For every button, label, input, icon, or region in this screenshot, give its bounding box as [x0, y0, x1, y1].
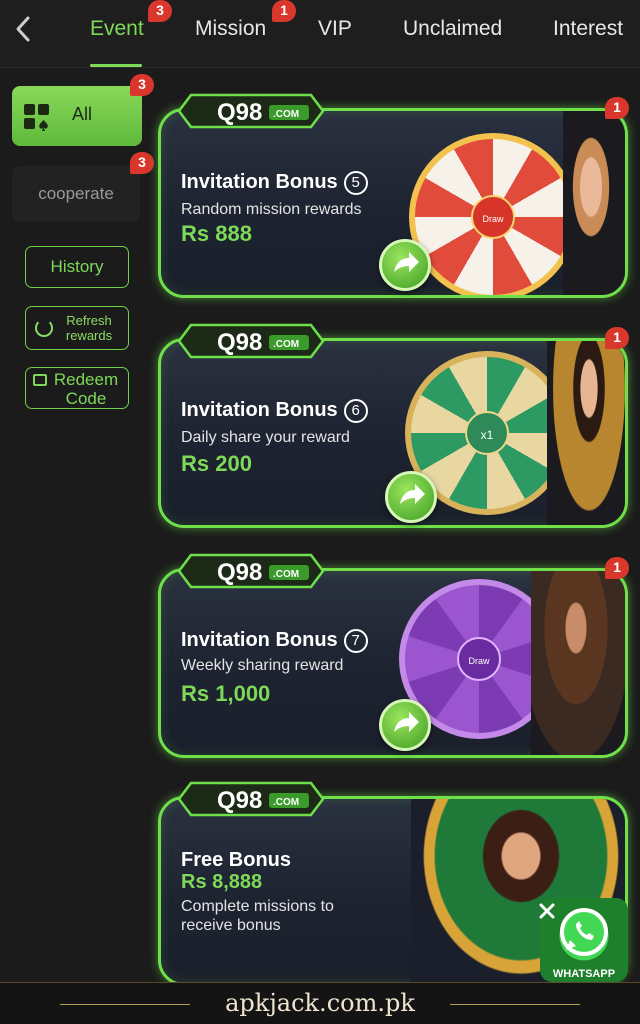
whatsapp-label: WHATSAPP [552, 968, 616, 980]
tab-event-badge: 3 [148, 0, 172, 22]
wheel-center-label: Draw [457, 637, 501, 681]
tab-event[interactable]: Event [90, 14, 144, 44]
q98-logo: Q98 .COM [177, 553, 325, 589]
refresh-rewards-button[interactable]: Refresh rewards [25, 306, 129, 350]
card-subtitle: Random mission rewards [181, 201, 362, 218]
card-title: Invitation Bonus 6 [181, 399, 368, 423]
tab-label: Mission [195, 17, 267, 40]
card-badge: 1 [605, 557, 629, 579]
svg-text:Q98: Q98 [217, 329, 262, 356]
tab-label: Unclaimed [403, 17, 503, 40]
event-card-invitation-bonus-5[interactable]: Draw Q98 .COM Invitation Bonus 5 Random m… [158, 93, 629, 298]
go-button[interactable] [385, 471, 437, 523]
tab-label: VIP [318, 17, 352, 40]
event-card-invitation-bonus-7[interactable]: Draw Q98 .COM Invitation Bonus 7 Weekly s… [158, 553, 629, 758]
card-amount: Rs 888 [181, 221, 252, 246]
wheel-center-label: x1 [465, 411, 509, 455]
chevron-left-icon [16, 16, 30, 42]
tab-mission-badge: 1 [272, 0, 296, 22]
sidebar-item-all[interactable]: All [12, 86, 142, 146]
card-title: Free Bonus [181, 849, 292, 871]
wheel-center-label: Draw [471, 195, 515, 239]
footer-text: apkjack.com.pk [225, 989, 415, 1017]
refresh-label: Refresh rewards [65, 313, 113, 343]
svg-text:Q98: Q98 [217, 787, 262, 814]
sidebar-item-cooperate[interactable]: cooperate [12, 166, 140, 222]
sidebar-item-label: All [72, 104, 93, 124]
close-icon [539, 903, 555, 919]
redeem-label: Redeem Code [53, 370, 119, 408]
tab-unclaimed[interactable]: Unclaimed [403, 14, 502, 44]
q98-logo: Q98 .COM [177, 93, 325, 129]
q98-logo: Q98 .COM [177, 323, 325, 359]
sidebar-all-badge: 3 [130, 74, 154, 96]
character-illustration [563, 111, 625, 295]
card-title: Invitation Bonus 5 [181, 171, 368, 195]
card-badge: 1 [605, 97, 629, 119]
q98-logo: Q98 .COM [177, 781, 325, 817]
active-tab-indicator [90, 64, 142, 67]
tab-label: Interest [553, 17, 624, 40]
go-button[interactable] [379, 699, 431, 751]
event-card-invitation-bonus-6[interactable]: x1 Q98 .COM Invitation Bonus 6 Daily shar… [158, 323, 629, 528]
svg-text:.COM: .COM [273, 569, 299, 580]
back-button[interactable] [10, 12, 38, 46]
svg-text:Q98: Q98 [217, 99, 262, 126]
top-tab-bar: Event 3 Mission 1 VIP Unclaimed Interest [0, 0, 640, 68]
arrow-right-icon [394, 712, 419, 732]
refresh-icon [35, 319, 53, 337]
redeem-code-button[interactable]: Redeem Code [25, 367, 129, 409]
history-button[interactable]: History [25, 246, 129, 288]
tab-interest[interactable]: Interest [553, 14, 623, 44]
card-badge: 1 [605, 327, 629, 349]
go-button[interactable] [379, 239, 431, 291]
ticket-icon [33, 374, 47, 386]
card-subtitle: Complete missions to receive bonus [181, 898, 334, 934]
svg-text:.COM: .COM [273, 339, 299, 350]
card-number: 5 [343, 171, 368, 195]
card-amount: Rs 1,000 [181, 681, 271, 706]
whatsapp-close-button[interactable] [536, 900, 558, 922]
category-grid-icon [24, 104, 50, 131]
card-subtitle: Weekly sharing reward [181, 657, 344, 674]
arrow-right-icon [400, 484, 425, 504]
svg-text:.COM: .COM [273, 109, 299, 120]
card-amount: Rs 8,888 [181, 871, 263, 893]
character-illustration [531, 571, 625, 755]
arrow-right-icon [394, 252, 419, 272]
tab-mission[interactable]: Mission [195, 14, 266, 44]
sidebar-item-label: cooperate [38, 184, 114, 203]
tab-vip[interactable]: VIP [318, 14, 352, 44]
card-subtitle: Daily share your reward [181, 429, 350, 446]
footer-watermark: apkjack.com.pk [0, 982, 640, 1024]
tab-label: Event [90, 17, 144, 40]
svg-text:Q98: Q98 [217, 559, 262, 586]
card-number: 6 [343, 399, 368, 423]
sidebar-cooperate-badge: 3 [130, 152, 154, 174]
card-amount: Rs 200 [181, 451, 252, 476]
card-number: 7 [343, 629, 368, 653]
card-title: Invitation Bonus 7 [181, 629, 368, 653]
history-label: History [50, 257, 104, 276]
svg-text:.COM: .COM [273, 797, 299, 808]
character-illustration [547, 341, 625, 525]
